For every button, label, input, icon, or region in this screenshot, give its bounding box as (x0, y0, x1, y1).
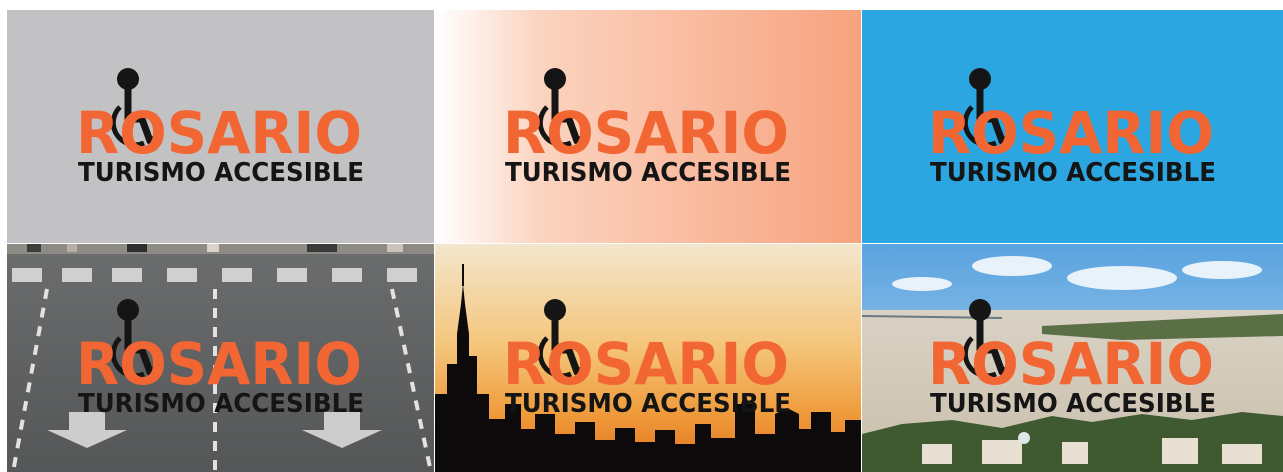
brand-name: ROSARIO (928, 330, 1214, 398)
brand-name: ROSARIO (503, 99, 789, 167)
brand-tagline: TURISMO ACCESIBLE (78, 389, 364, 419)
brand-tagline: TURISMO ACCESIBLE (505, 389, 791, 419)
rosario-logo: ROSARIO TURISMO ACCESIBLE (7, 10, 434, 243)
brand-name: ROSARIO (503, 330, 789, 398)
logo-tile-gradient: ROSARIO TURISMO ACCESIBLE (435, 10, 861, 243)
brand-name: ROSARIO (76, 330, 362, 398)
logo-tile-gray: ROSARIO TURISMO ACCESIBLE (7, 10, 434, 243)
rosario-logo: ROSARIO TURISMO ACCESIBLE (435, 244, 861, 472)
brand-tagline: TURISMO ACCESIBLE (505, 158, 791, 188)
logo-tile-blue: ROSARIO TURISMO ACCESIBLE (862, 10, 1283, 243)
rosario-logo: ROSARIO TURISMO ACCESIBLE (862, 244, 1283, 472)
logo-tile-river-photo: ROSARIO TURISMO ACCESIBLE (862, 244, 1283, 472)
brand-tagline: TURISMO ACCESIBLE (78, 158, 364, 188)
rosario-logo: ROSARIO TURISMO ACCESIBLE (435, 10, 861, 243)
rosario-logo: ROSARIO TURISMO ACCESIBLE (7, 244, 434, 472)
logo-tile-street-photo: ROSARIO TURISMO ACCESIBLE (7, 244, 434, 472)
rosario-logo: ROSARIO TURISMO ACCESIBLE (862, 10, 1283, 243)
brand-name: ROSARIO (928, 99, 1214, 167)
brand-tagline: TURISMO ACCESIBLE (930, 389, 1216, 419)
brand-tagline: TURISMO ACCESIBLE (930, 158, 1216, 188)
logo-tile-skyline-photo: ROSARIO TURISMO ACCESIBLE (435, 244, 861, 472)
brand-name: ROSARIO (76, 99, 362, 167)
